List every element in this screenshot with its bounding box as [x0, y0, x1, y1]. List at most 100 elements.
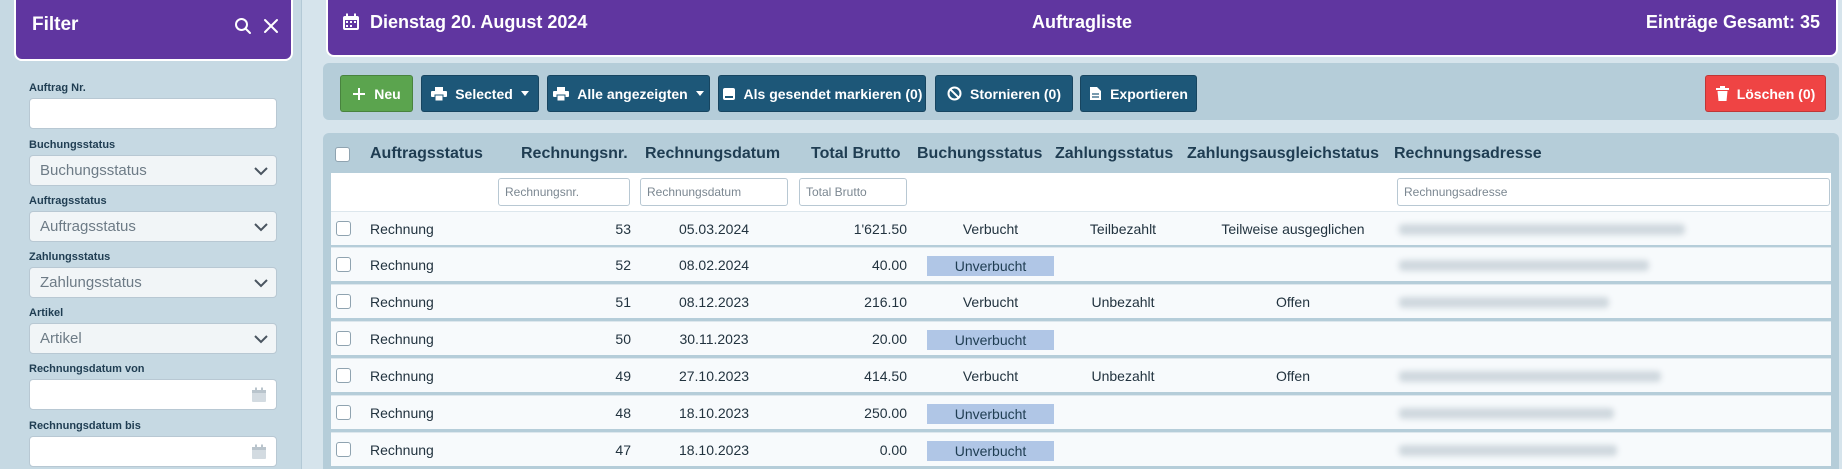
cell-auftragsstatus: Rechnung: [370, 442, 434, 458]
col-rechnungsadresse[interactable]: Rechnungsadresse: [1394, 145, 1542, 163]
zahlungsstatus-select[interactable]: Zahlungsstatus: [29, 267, 277, 298]
redacted-address: [1399, 297, 1609, 308]
column-filter-row: Rechnungsnr. Rechnungsdatum Total Brutto…: [331, 173, 1831, 211]
filter-auftragsstatus: Auftragsstatus Auftragsstatus: [29, 194, 277, 242]
cell-zahlungsausgleichstatus: [1191, 433, 1395, 467]
total-brutto-filter-input[interactable]: Total Brutto: [799, 178, 907, 206]
calendar-icon[interactable]: [250, 443, 268, 461]
print-all-shown-label: Alle angezeigten: [577, 85, 688, 102]
search-icon[interactable]: [234, 17, 252, 35]
cell-buchungsstatus: Verbucht: [962, 368, 1019, 384]
col-total-brutto[interactable]: Total Brutto: [811, 145, 900, 163]
col-buchungsstatus[interactable]: Buchungsstatus: [917, 145, 1042, 163]
cell-total-brutto: 0.00: [879, 442, 907, 458]
filter-label: Rechnungsdatum von: [29, 363, 145, 375]
cell-buchungsstatus: Verbucht: [962, 221, 1019, 237]
chevron-down-icon: [254, 223, 268, 232]
cell-zahlungsausgleichstatus: [1191, 248, 1395, 282]
row-checkbox[interactable]: [336, 368, 351, 383]
cell-zahlungsstatus: [1055, 322, 1191, 356]
select-value: Artikel: [40, 330, 82, 347]
cell-rechnungsdatum: 08.12.2023: [678, 294, 750, 310]
cell-auftragsstatus: Rechnung: [370, 405, 434, 421]
col-zahlungsstatus[interactable]: Zahlungsstatus: [1055, 145, 1173, 163]
cell-zahlungsausgleichstatus: Offen: [1276, 368, 1310, 384]
col-auftragsstatus[interactable]: Auftragsstatus: [370, 145, 483, 163]
cell-zahlungsstatus: Teilbezahlt: [1089, 221, 1157, 237]
cell-rechnungsdatum: 30.11.2023: [679, 331, 749, 347]
filter-label: Rechnungsdatum bis: [29, 420, 141, 432]
select-all-checkbox[interactable]: [335, 147, 350, 162]
table-row[interactable]: Rechnung 48 18.10.2023 250.00 Unverbucht: [331, 395, 1831, 429]
cell-total-brutto: 40.00: [871, 257, 907, 273]
rechnungsdatum-bis-input[interactable]: [29, 436, 277, 467]
cell-rechnungsdatum: 27.10.2023: [678, 368, 750, 384]
unverbucht-badge: Unverbucht: [927, 330, 1054, 350]
calendar-icon[interactable]: [250, 386, 268, 404]
cell-zahlungsausgleichstatus: [1191, 396, 1395, 430]
row-checkbox[interactable]: [336, 257, 351, 272]
cancel-invoice-label: Stornieren (0): [969, 85, 1061, 102]
unverbucht-badge: Unverbucht: [927, 256, 1054, 276]
filter-label: Artikel: [29, 307, 64, 319]
unverbucht-badge: Unverbucht: [927, 404, 1054, 424]
filter-artikel: Artikel Artikel: [29, 306, 277, 354]
row-checkbox[interactable]: [336, 294, 351, 309]
buchungsstatus-select[interactable]: Buchungsstatus: [29, 155, 277, 186]
cell-rechnungsnr: 48: [615, 405, 631, 421]
auftrag-nr-input[interactable]: [29, 98, 277, 129]
row-checkbox[interactable]: [336, 405, 351, 420]
cell-rechnungsdatum: 18.10.2023: [678, 405, 750, 421]
redacted-address: [1399, 260, 1649, 271]
row-checkbox[interactable]: [336, 442, 351, 457]
row-checkbox[interactable]: [336, 221, 351, 236]
artikel-select[interactable]: Artikel: [29, 323, 277, 354]
cell-rechnungsnr: 47: [615, 442, 631, 458]
filter-title: Filter: [32, 14, 79, 35]
rechnungsadresse-filter-input[interactable]: Rechnungsadresse: [1397, 178, 1830, 206]
print-selected-button[interactable]: Selected: [421, 75, 539, 112]
row-checkbox[interactable]: [336, 331, 351, 346]
redacted-address: [1399, 445, 1617, 456]
print-all-shown-button[interactable]: Alle angezeigten: [547, 75, 710, 112]
new-button[interactable]: Neu: [340, 75, 413, 112]
cell-zahlungsstatus: [1055, 248, 1191, 282]
caret-down-icon: [520, 91, 529, 96]
printer-icon: [431, 86, 448, 101]
rechnungsdatum-von-input[interactable]: [29, 379, 277, 410]
cell-rechnungsdatum: 05.03.2024: [678, 221, 750, 237]
col-zahlungsausgleichstatus[interactable]: Zahlungsausgleichstatus: [1187, 145, 1379, 163]
table-row[interactable]: Rechnung 52 08.02.2024 40.00 Unverbucht: [331, 247, 1831, 281]
unverbucht-badge: Unverbucht: [927, 441, 1054, 461]
cell-auftragsstatus: Rechnung: [370, 294, 434, 310]
auftragsstatus-select[interactable]: Auftragsstatus: [29, 211, 277, 242]
cell-rechnungsdatum: 18.10.2023: [678, 442, 750, 458]
cell-zahlungsstatus: Unbezahlt: [1091, 294, 1155, 310]
filter-header: Filter: [16, 0, 291, 59]
select-value: Zahlungsstatus: [40, 274, 142, 291]
table-row[interactable]: Rechnung 47 18.10.2023 0.00 Unverbucht: [331, 432, 1831, 466]
cell-zahlungsausgleichstatus: [1191, 322, 1395, 356]
cancel-invoice-button[interactable]: Stornieren (0): [935, 75, 1073, 112]
close-icon[interactable]: [262, 17, 280, 35]
cell-rechnungsnr: 50: [615, 331, 631, 347]
select-value: Buchungsstatus: [40, 162, 147, 179]
table-row[interactable]: Rechnung 49 27.10.2023 414.50 Verbucht U…: [331, 358, 1831, 392]
col-rechnungsdatum[interactable]: Rechnungsdatum: [645, 145, 780, 163]
filter-label: Auftragsstatus: [29, 195, 107, 207]
table-row[interactable]: Rechnung 51 08.12.2023 216.10 Verbucht U…: [331, 284, 1831, 318]
cell-zahlungsausgleichstatus: Teilweise ausgeglichen: [1221, 221, 1365, 237]
col-rechnungsnr[interactable]: Rechnungsnr.: [521, 145, 628, 163]
table-row[interactable]: Rechnung 53 05.03.2024 1'621.50 Verbucht…: [331, 211, 1831, 245]
rechnungsnr-filter-input[interactable]: Rechnungsnr.: [498, 178, 630, 206]
cell-rechnungsdatum: 08.02.2024: [678, 257, 750, 273]
export-label: Exportieren: [1110, 85, 1188, 102]
rechnungsdatum-filter-input[interactable]: Rechnungsdatum: [640, 178, 788, 206]
page-header: Dienstag 20. August 2024 Auftragliste Ei…: [328, 0, 1836, 55]
cell-zahlungsstatus: Unbezahlt: [1091, 368, 1155, 384]
export-button[interactable]: Exportieren: [1080, 75, 1197, 112]
cell-rechnungsnr: 52: [615, 257, 631, 273]
table-row[interactable]: Rechnung 50 30.11.2023 20.00 Unverbucht: [331, 321, 1831, 355]
mark-sent-button[interactable]: Als gesendet markieren (0): [718, 75, 926, 112]
delete-button[interactable]: Löschen (0): [1705, 75, 1826, 112]
